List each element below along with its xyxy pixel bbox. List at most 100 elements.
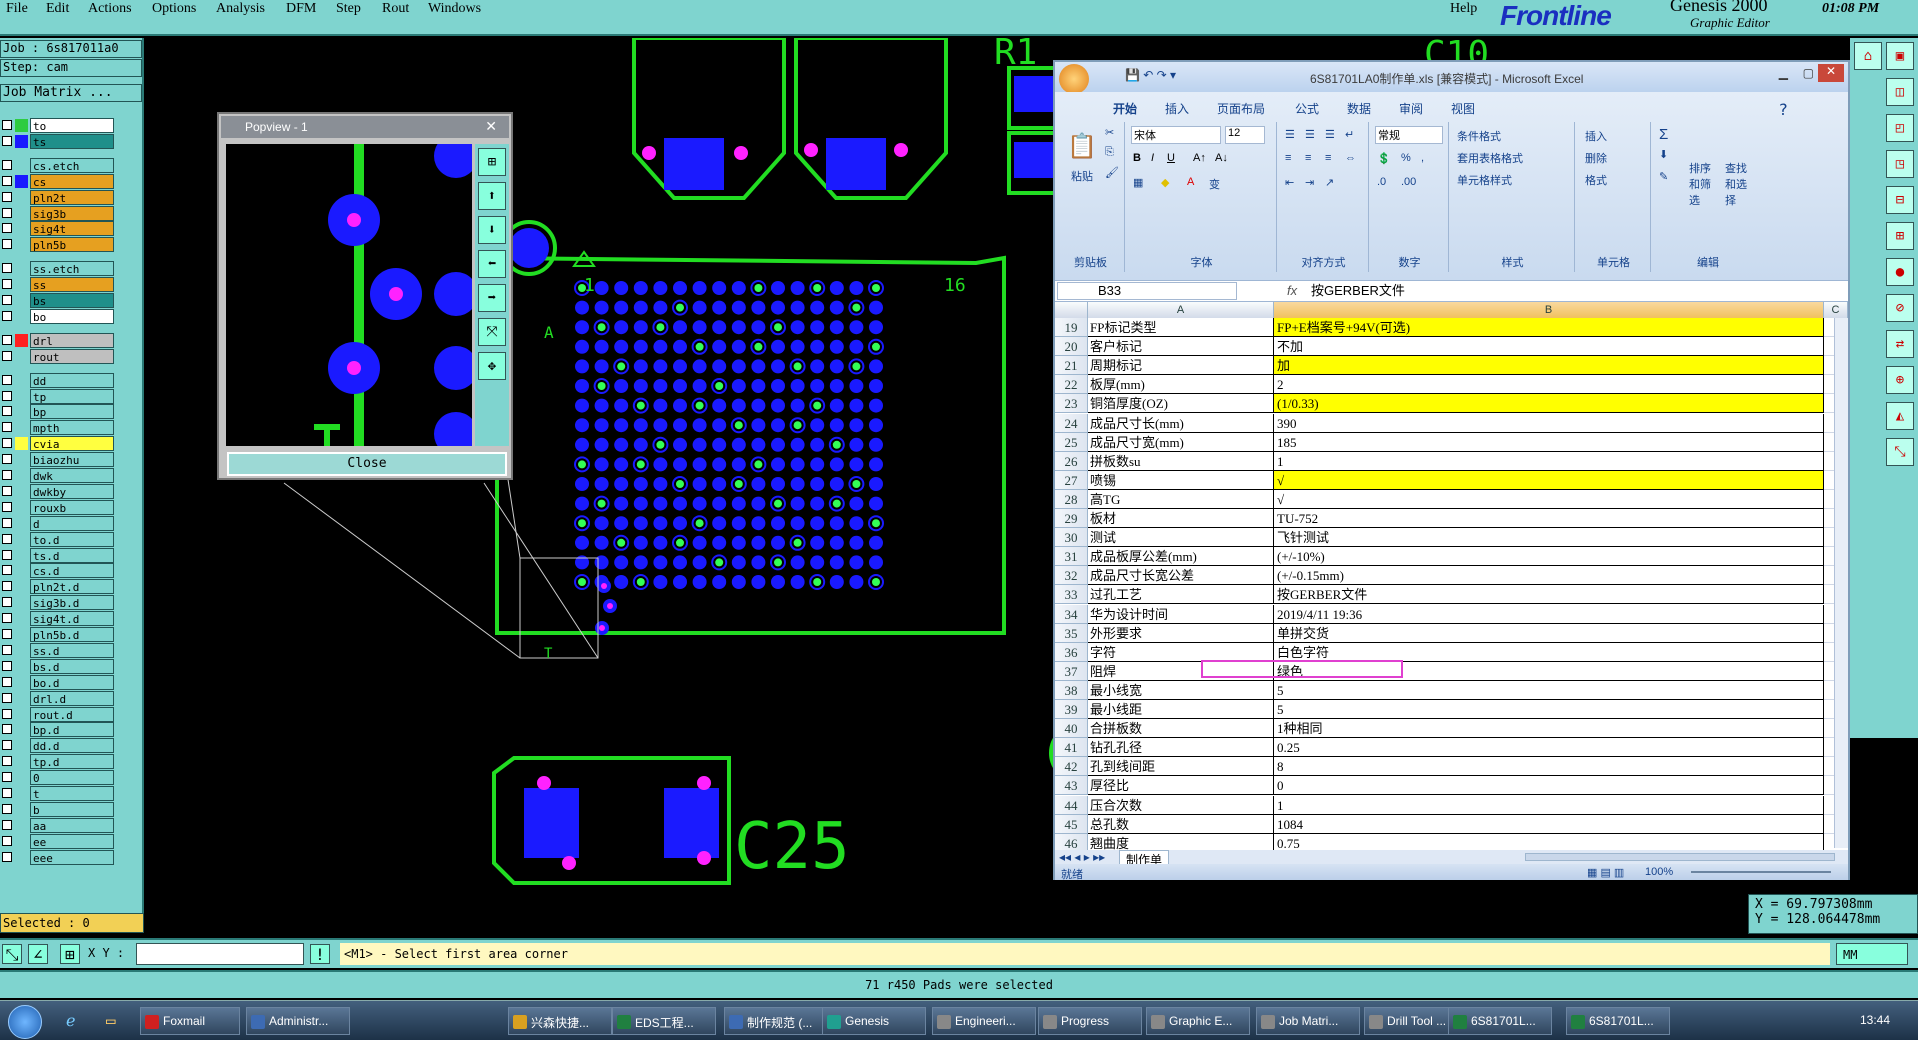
layer-color-swatch[interactable] [15, 596, 28, 609]
row-header[interactable]: 34 [1055, 604, 1088, 624]
format-cells-button[interactable]: 格式 [1585, 172, 1607, 188]
currency-icon[interactable]: 💲 [1377, 152, 1391, 165]
indent-inc-icon[interactable]: ⇥ [1305, 176, 1314, 189]
row-header[interactable]: 29 [1055, 509, 1088, 528]
layer-checkbox[interactable] [2, 135, 12, 146]
layer-name[interactable]: dwk [30, 468, 114, 483]
maximize-icon[interactable]: ▢ [1803, 66, 1814, 80]
cell-b[interactable]: 加 [1274, 356, 1824, 376]
layer-name[interactable]: sig4t.d [30, 611, 114, 627]
layer-row[interactable]: pln2t [0, 189, 114, 205]
column-header-a[interactable]: A [1088, 302, 1274, 318]
row-header[interactable]: 28 [1055, 489, 1088, 509]
layer-checkbox[interactable] [2, 406, 12, 417]
zoom-slider[interactable] [1691, 871, 1831, 873]
layer-color-swatch[interactable] [15, 612, 28, 625]
cell-b[interactable]: 8 [1274, 757, 1824, 777]
font-size-select[interactable]: 12 [1225, 126, 1265, 144]
layer-checkbox[interactable] [2, 660, 12, 671]
formula-input[interactable]: 按GERBER文件 [1311, 282, 1405, 300]
layer-row[interactable]: 0 [0, 770, 114, 786]
decrease-decimal-icon[interactable]: .00 [1401, 176, 1416, 188]
menu-help[interactable]: Help [1450, 1, 1477, 17]
cell-b[interactable]: 1 [1274, 451, 1824, 471]
tool-icon[interactable]: ⤡ [1886, 438, 1914, 466]
row-header[interactable]: 24 [1055, 413, 1088, 433]
layer-row[interactable]: ss.etch [0, 261, 114, 277]
layer-name[interactable]: mpth [30, 420, 114, 436]
layer-checkbox[interactable] [2, 334, 12, 345]
layer-name[interactable]: d [30, 515, 114, 531]
italic-icon[interactable]: I [1151, 152, 1154, 164]
cell-a[interactable]: 孔到线间距 [1088, 757, 1274, 777]
cell-a[interactable]: 客户标记 [1088, 337, 1274, 357]
row-header[interactable]: 20 [1055, 337, 1088, 357]
layer-name[interactable]: rout [30, 348, 114, 364]
font-name-select[interactable]: 宋体 [1131, 126, 1221, 144]
tab-home[interactable]: 开始 [1113, 100, 1137, 117]
layer-name[interactable]: bo [30, 308, 114, 324]
layer-name[interactable]: sig3b.d [30, 595, 114, 611]
sort-filter-button[interactable]: 排序和筛选 [1689, 160, 1719, 208]
layer-checkbox[interactable] [2, 374, 12, 385]
tab-review[interactable]: 审阅 [1399, 100, 1423, 117]
row-header[interactable]: 44 [1055, 795, 1088, 815]
cell-b[interactable]: √ [1274, 489, 1824, 509]
layer-row[interactable]: eee [0, 849, 114, 865]
copy-icon[interactable]: ⎘ [1105, 146, 1114, 159]
layer-name[interactable]: aa [30, 817, 114, 833]
pan-left-icon[interactable]: ⬅ [478, 250, 506, 278]
taskbar-item[interactable]: Progress [1038, 1007, 1142, 1035]
layer-checkbox[interactable] [2, 851, 12, 862]
layer-color-swatch[interactable] [15, 278, 28, 291]
layer-row[interactable]: dwk [0, 468, 114, 483]
cell-a[interactable]: 高TG [1088, 489, 1274, 509]
table-format-button[interactable]: 套用表格格式 [1457, 150, 1523, 166]
layer-name[interactable]: pln2t [30, 189, 114, 205]
layer-checkbox[interactable] [2, 835, 12, 846]
cell-a[interactable]: 钻孔孔径 [1088, 738, 1274, 758]
ie-icon[interactable]: ℯ [66, 1011, 75, 1030]
layer-checkbox[interactable] [2, 819, 12, 830]
align-bottom-icon[interactable]: ☰ [1325, 128, 1335, 141]
layer-color-swatch[interactable] [15, 819, 28, 832]
layer-row[interactable]: to.d [0, 531, 114, 547]
layer-color-swatch[interactable] [15, 723, 28, 736]
layer-color-swatch[interactable] [15, 564, 28, 577]
layer-color-swatch[interactable] [15, 517, 28, 530]
layer-row[interactable]: cvia [0, 436, 114, 452]
layer-color-swatch[interactable] [15, 207, 28, 220]
row-header[interactable]: 41 [1055, 738, 1088, 758]
layer-row[interactable]: rouxb [0, 499, 114, 515]
select-all-corner[interactable] [1055, 302, 1088, 318]
layer-row[interactable]: bp [0, 404, 114, 420]
layer-row[interactable]: bp.d [0, 722, 114, 738]
layer-name[interactable]: biaozhu [30, 452, 114, 468]
layer-color-swatch[interactable] [15, 390, 28, 403]
layer-name[interactable]: ee [30, 833, 114, 849]
layer-color-swatch[interactable] [15, 549, 28, 562]
layer-row[interactable]: sig4t.d [0, 611, 114, 627]
layer-color-swatch[interactable] [15, 222, 28, 235]
taskbar-item[interactable]: Graphic E... [1146, 1007, 1250, 1035]
layer-name[interactable]: t [30, 786, 114, 801]
row-header[interactable]: 40 [1055, 719, 1088, 739]
cell-a[interactable]: FP标记类型 [1088, 318, 1274, 337]
tab-insert[interactable]: 插入 [1165, 100, 1189, 117]
layer-color-swatch[interactable] [15, 421, 28, 434]
layer-checkbox[interactable] [2, 223, 12, 234]
cell-b[interactable]: 飞针测试 [1274, 528, 1824, 548]
insert-cells-button[interactable]: 插入 [1585, 128, 1607, 144]
zoom-out-icon[interactable]: ✥ [478, 352, 506, 380]
layer-checkbox[interactable] [2, 708, 12, 719]
cell-b[interactable]: 390 [1274, 413, 1824, 433]
align-center-icon[interactable]: ≡ [1305, 152, 1311, 164]
row-header[interactable]: 43 [1055, 776, 1088, 796]
tool-icon[interactable]: ▣ [1886, 42, 1914, 70]
layer-row[interactable]: t [0, 786, 114, 801]
sheet-nav-icon[interactable]: ◂◂ ◂ ▸ ▸▸ [1059, 850, 1105, 864]
layer-name[interactable]: bo.d [30, 674, 114, 690]
layer-row[interactable]: ss [0, 277, 114, 293]
layer-checkbox[interactable] [2, 438, 12, 449]
layer-color-swatch[interactable] [15, 374, 28, 387]
